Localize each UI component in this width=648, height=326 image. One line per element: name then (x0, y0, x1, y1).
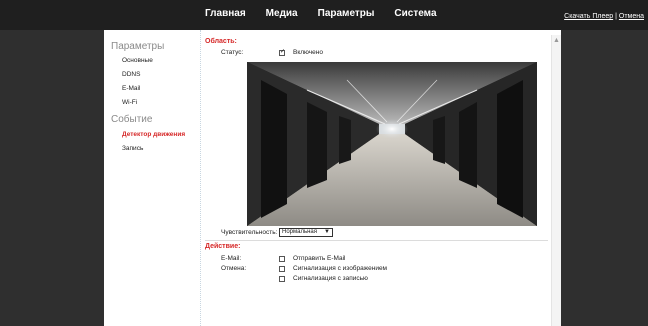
section-divider (205, 240, 548, 241)
corridor-image (247, 62, 537, 226)
download-player-link[interactable]: Скачать Плеер (564, 13, 613, 20)
nav-item-parameters[interactable]: Параметры (318, 8, 375, 19)
sidebar-heading-event: Событие (111, 114, 153, 125)
content-area: Область: Статус: Включено (201, 30, 551, 326)
left-backdrop (0, 30, 104, 326)
sidebar-item-motion-detector[interactable]: Детектор движения (122, 131, 185, 138)
sensitivity-label: Чувствительность: (221, 229, 278, 236)
link-separator: | (615, 13, 617, 20)
send-email-label: Отправить E-Mail (293, 255, 346, 262)
sidebar-item-basic[interactable]: Основные (122, 57, 153, 64)
email-action-label: E-Mail: (221, 255, 242, 262)
sidebar-heading-parameters: Параметры (111, 41, 165, 52)
sidebar-item-email[interactable]: E-Mail (122, 85, 140, 92)
sidebar-item-ddns[interactable]: DDNS (122, 71, 140, 78)
enabled-label: Включено (293, 49, 323, 56)
action-section-title: Действие: (205, 243, 241, 250)
status-label: Статус: (221, 49, 244, 56)
top-navigation-bar: Главная Медиа Параметры Система Скачать … (0, 0, 648, 30)
enabled-checkbox[interactable] (279, 48, 285, 56)
chevron-up-icon[interactable]: ▲ (553, 37, 560, 44)
cancel-link[interactable]: Отмена (619, 13, 644, 20)
nav-item-system[interactable]: Система (394, 8, 436, 19)
chevron-down-icon: ▼ (324, 229, 330, 235)
main-nav: Главная Медиа Параметры Система (205, 8, 457, 19)
sensitivity-value: Нормальная (282, 229, 317, 235)
right-backdrop (561, 30, 648, 326)
alarm-record-checkbox[interactable] (279, 276, 285, 282)
nav-item-home[interactable]: Главная (205, 8, 246, 19)
sensitivity-select[interactable]: Нормальная ▼ (279, 228, 333, 237)
send-email-checkbox[interactable] (279, 256, 285, 262)
sidebar-item-wifi[interactable]: Wi-Fi (122, 99, 137, 106)
sidebar-item-record[interactable]: Запись (122, 145, 143, 152)
cancel-action-label: Отмена: (221, 265, 247, 272)
area-section-title: Область: (205, 38, 237, 45)
sidebar: Параметры Основные DDNS E-Mail Wi-Fi Соб… (104, 30, 201, 326)
alarm-record-label: Сигнализация с записью (293, 275, 368, 282)
alarm-image-checkbox[interactable] (279, 266, 285, 272)
nav-item-media[interactable]: Медиа (266, 8, 298, 19)
top-links: Скачать Плеер | Отмена (564, 13, 644, 20)
scrollbar[interactable]: ▲ (551, 35, 561, 326)
settings-panel: Параметры Основные DDNS E-Mail Wi-Fi Соб… (104, 30, 561, 326)
alarm-image-label: Сигнализация с изображением (293, 265, 388, 272)
camera-preview[interactable] (247, 62, 537, 226)
